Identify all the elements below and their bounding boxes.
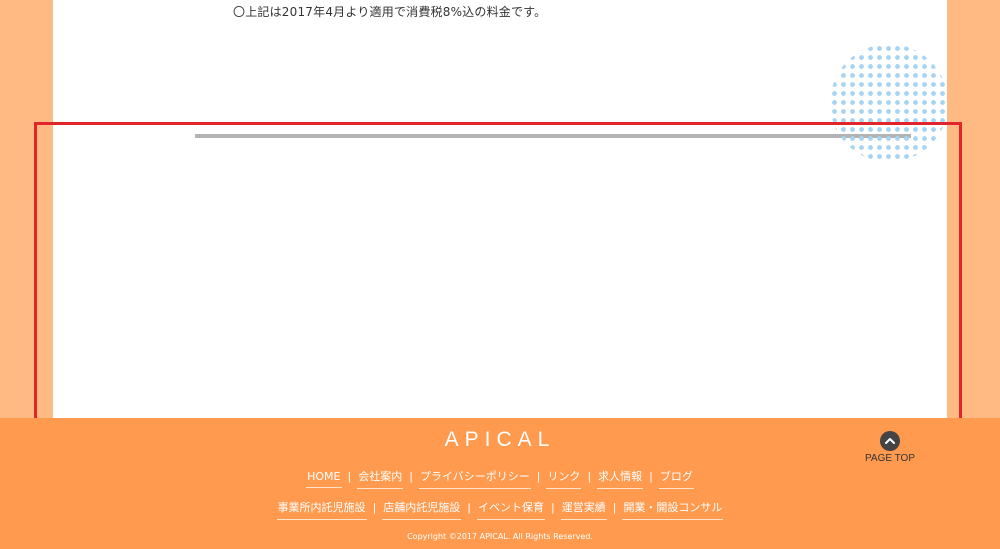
footer-link-office-daycare[interactable]: 事業所内託児施設 [276,498,367,520]
footer-link-event-childcare[interactable]: イベント保育 [477,498,545,520]
footer-link-blog[interactable]: ブログ [658,467,694,489]
nav-separator: | [649,470,653,483]
nav-separator: | [372,501,377,514]
footer-link-recruit[interactable]: 求人情報 [597,467,644,489]
nav-separator: | [551,501,555,514]
footer-link-privacy[interactable]: プライバシーポリシー [418,467,531,489]
nav-separator: | [587,470,592,483]
page-top-button[interactable]: PAGE TOP [860,431,920,464]
footer-nav-row-1: HOME | 会社案内 | プライバシーポリシー | リンク | 求人情報 | ブログ [0,467,1000,489]
copyright-text: Copyright ©2017 APICAL. All Rights Reser… [407,532,593,541]
footer-logo[interactable]: APICAL [0,428,1000,452]
footer-nav-row-2: 事業所内託児施設 | 店舗内託児施設 | イベント保育 | 運営実績 | 開業・開設コンサル [0,498,1000,520]
page-top-label[interactable]: PAGE TOP [860,453,920,464]
footer-link-links[interactable]: リンク [546,467,582,489]
footer-link-consulting[interactable]: 開業・開設コンサル [622,498,724,520]
nav-separator: | [467,501,471,514]
footer-link-company[interactable]: 会社案内 [357,467,404,489]
footer-link-track-record[interactable]: 運営実績 [560,498,607,520]
footer-link-store-daycare[interactable]: 店舗内託児施設 [382,498,462,520]
footer-link-home[interactable]: HOME [306,469,342,488]
nav-separator: | [409,470,413,483]
highlight-box [34,122,962,428]
nav-separator: | [536,470,541,483]
price-note: 〇上記は2017年4月より適用で消費税8%込の料金です。 [233,5,547,19]
nav-separator: | [347,470,352,483]
chevron-up-icon[interactable] [880,431,900,451]
nav-separator: | [612,501,617,514]
